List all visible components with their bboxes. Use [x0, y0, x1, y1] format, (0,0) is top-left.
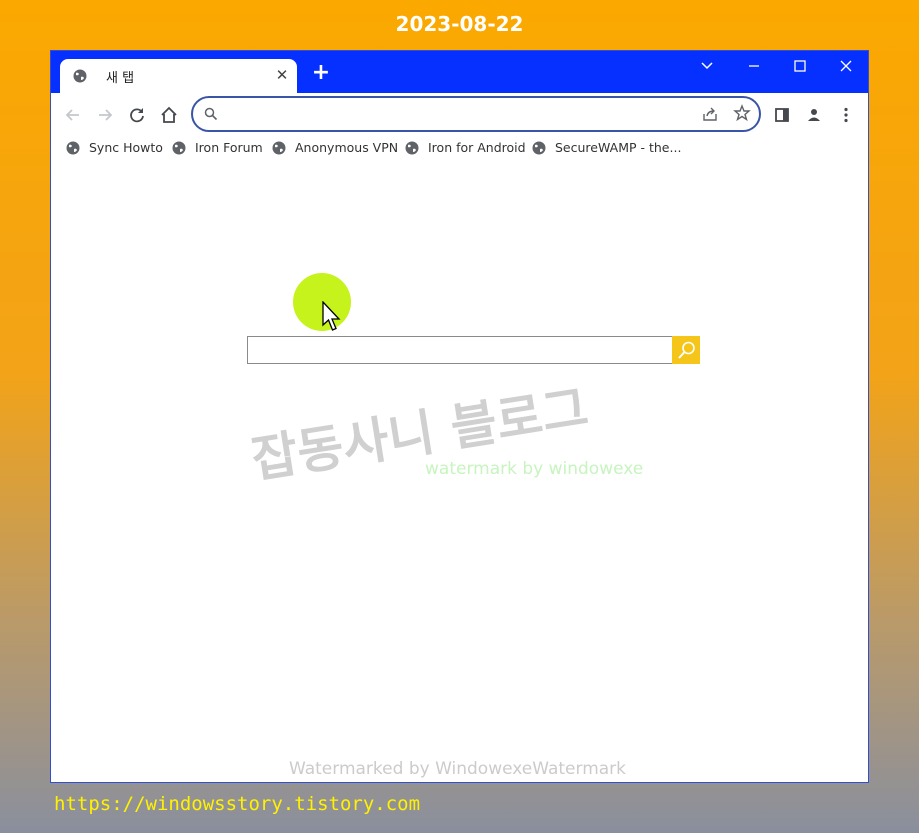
maximize-button[interactable]	[785, 55, 815, 77]
globe-icon	[405, 141, 419, 155]
tab-title: 새 탭	[106, 71, 135, 86]
minimize-icon	[749, 65, 759, 67]
globe-icon	[532, 141, 546, 155]
maximize-icon	[794, 60, 806, 72]
watermark-footer: Watermarked by WindowexeWatermark	[289, 759, 627, 779]
side-panel-button[interactable]	[770, 103, 794, 127]
globe-icon	[172, 141, 186, 155]
back-button[interactable]	[61, 103, 85, 127]
new-tab-button[interactable]: +	[310, 62, 332, 84]
globe-icon	[73, 69, 87, 83]
profile-button[interactable]	[802, 103, 826, 127]
globe-icon	[66, 141, 80, 155]
bookmark-label: Anonymous VPN	[295, 140, 399, 155]
home-icon	[161, 106, 177, 123]
search-icon	[678, 341, 695, 359]
forward-button[interactable]	[93, 103, 117, 127]
home-button[interactable]	[157, 103, 181, 127]
bookmarks-bar: Sync Howto Iron Forum Anonymous VPN Iron…	[51, 135, 868, 163]
plus-icon: +	[311, 60, 331, 85]
back-arrow-icon	[65, 109, 79, 121]
menu-button[interactable]	[834, 103, 858, 127]
blog-url-label: https://windowsstory.tistory.com	[54, 793, 421, 815]
menu-icon	[844, 107, 848, 123]
close-icon	[840, 60, 852, 72]
address-bar[interactable]	[191, 96, 761, 132]
minimize-button[interactable]	[739, 55, 769, 77]
reload-button[interactable]	[125, 103, 149, 127]
bookmark-label: Iron for Android	[428, 140, 526, 155]
close-icon[interactable]: ✕	[274, 67, 290, 83]
search-button[interactable]	[672, 336, 700, 364]
bookmark-label: Sync Howto	[89, 140, 163, 155]
search-icon	[204, 107, 218, 121]
bookmark-label: Iron Forum	[195, 140, 263, 155]
profile-icon	[808, 109, 820, 121]
star-icon[interactable]	[733, 104, 751, 122]
address-input[interactable]	[223, 103, 687, 127]
bookmark-label: SecureWAMP - the...	[555, 140, 682, 155]
share-icon[interactable]	[701, 105, 719, 123]
page-content: 잡동사니 블로그 watermark by windowexe Watermar…	[51, 163, 868, 782]
globe-icon	[272, 141, 286, 155]
watermark-green: watermark by windowexe	[425, 459, 644, 479]
side-panel-icon	[775, 108, 789, 122]
reload-icon	[130, 108, 144, 123]
chevron-down-icon	[701, 62, 713, 70]
date-label: 2023-08-22	[395, 12, 524, 36]
title-bar: 새 탭 ✕ +	[51, 51, 868, 93]
mouse-pointer-icon	[322, 301, 341, 331]
search-input[interactable]	[247, 336, 681, 364]
tab-new-tab[interactable]: 새 탭 ✕	[60, 59, 297, 93]
browser-window: 새 탭 ✕ + Sync Howto Iron Forum Anonymous …	[50, 50, 869, 783]
toolbar	[51, 93, 868, 135]
forward-arrow-icon	[99, 109, 113, 121]
close-window-button[interactable]	[831, 55, 861, 77]
tab-search-button[interactable]	[692, 55, 722, 77]
